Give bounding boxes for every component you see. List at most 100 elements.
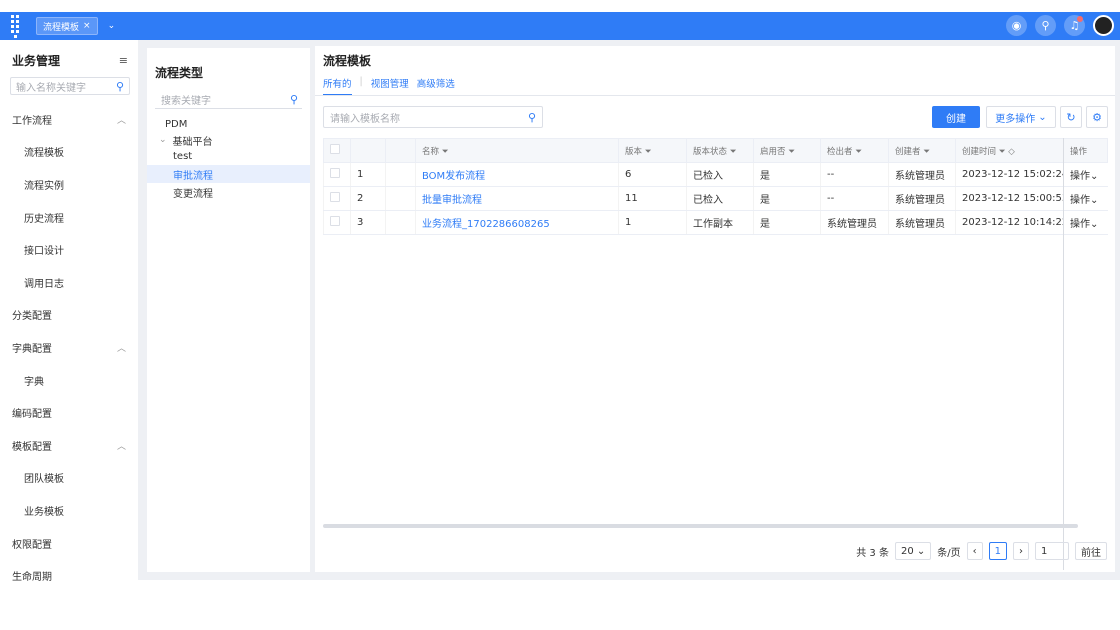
header-created-time[interactable]: 创建时间 ⏷ ◇	[955, 138, 1064, 163]
row-select[interactable]	[323, 186, 351, 211]
header-label: 名称	[422, 146, 440, 157]
row-name-link[interactable]: BOM发布流程	[415, 162, 619, 187]
menu-label: 工作流程	[12, 115, 52, 127]
horizontal-scrollbar[interactable]	[323, 524, 1078, 528]
row-select[interactable]	[323, 162, 351, 187]
row-blank	[385, 186, 416, 211]
header-label: 创建时间	[962, 146, 997, 157]
tree-node-approval[interactable]: 审批流程	[147, 165, 310, 183]
menu-permission-config[interactable]: 权限配置	[0, 527, 138, 560]
header-enabled[interactable]: 启用否 ⏷	[753, 138, 821, 163]
goto-page-input[interactable]: 1	[1035, 542, 1069, 560]
table-row[interactable]: 1 BOM发布流程 6 已检入 是 -- 系统管理员 2023-12-12 15…	[323, 162, 1108, 187]
menu-code-config[interactable]: 编码配置	[0, 396, 138, 429]
header-creator[interactable]: 创建者 ⏷	[888, 138, 956, 163]
more-actions-label: 更多操作	[995, 113, 1036, 125]
row-operation-button[interactable]: 操作⌄	[1063, 210, 1108, 235]
checkbox[interactable]	[330, 144, 340, 154]
table-row[interactable]: 3 业务流程_1702286608265 1 工作副本 是 系统管理员 系统管理…	[323, 210, 1108, 235]
goto-button[interactable]: 前往	[1075, 542, 1107, 560]
tree-node-change[interactable]: 变更流程	[147, 183, 310, 201]
menu-label: 编码配置	[12, 409, 52, 421]
row-creator: 系统管理员	[888, 186, 956, 211]
avatar[interactable]	[1093, 15, 1114, 36]
row-select[interactable]	[323, 210, 351, 235]
row-checkout: --	[820, 162, 889, 187]
close-icon[interactable]: ×	[83, 21, 91, 31]
row-created-time: 2023-12-12 15:00:53	[955, 186, 1064, 211]
menu-business-template[interactable]: 业务模板	[0, 494, 138, 527]
menu-dictionary[interactable]: 字典	[0, 364, 138, 397]
more-actions-button[interactable]: 更多操作 ⌄	[986, 106, 1056, 128]
page-size-value: 20	[900, 545, 914, 557]
tab-advanced-filter[interactable]: 高级筛选	[417, 76, 455, 96]
checkbox[interactable]	[330, 216, 340, 226]
top-bar: 流程模板 × ⌄ ◉ ⚲ ♫	[0, 12, 1120, 40]
header-version-status[interactable]: 版本状态 ⏷	[686, 138, 754, 163]
create-button[interactable]: 创建	[932, 106, 980, 128]
checkbox[interactable]	[330, 192, 340, 202]
tree-node-pdm[interactable]: PDM	[147, 115, 310, 133]
menu-label: 权限配置	[12, 539, 52, 551]
menu-workflow[interactable]: 工作流程 ︿	[0, 103, 138, 136]
location-icon[interactable]: ◉	[1006, 15, 1027, 36]
menu-label: 调用日志	[24, 278, 64, 290]
menu-lifecycle[interactable]: 生命周期	[0, 559, 138, 592]
header-version[interactable]: 版本 ⏷	[618, 138, 687, 163]
menu-history-process[interactable]: 历史流程	[0, 201, 138, 234]
row-name-link[interactable]: 批量审批流程	[415, 186, 619, 211]
template-search-input[interactable]: 请输入模板名称 ⚲	[323, 106, 543, 128]
header-name[interactable]: 名称 ⏷	[415, 138, 619, 163]
menu-call-log[interactable]: 调用日志	[0, 266, 138, 299]
menu-process-instance[interactable]: 流程实例	[0, 168, 138, 201]
settings-icon[interactable]: ⚙	[1086, 106, 1108, 128]
nav-title: 业务管理	[12, 54, 61, 68]
page-size-select[interactable]: 20 ⌄	[894, 542, 932, 560]
template-search-placeholder: 请输入模板名称	[330, 113, 400, 125]
tree-node-base-platform[interactable]: ⌄ 基础平台	[147, 133, 310, 148]
menu-process-template[interactable]: 流程模板	[0, 136, 138, 169]
nav-search-input[interactable]: 输入名称关键字 ⚲	[10, 77, 130, 95]
bell-icon[interactable]: ♫	[1064, 15, 1085, 36]
tab-view-management[interactable]: 视图管理	[371, 76, 409, 96]
header-select-all[interactable]	[323, 138, 351, 163]
tree-node-test[interactable]: test	[147, 147, 310, 165]
search-icon[interactable]: ⚲	[116, 80, 124, 93]
header-checkout[interactable]: 检出者 ⏷	[820, 138, 889, 163]
prev-page-button[interactable]: ‹	[966, 542, 983, 560]
table-row[interactable]: 2 批量审批流程 11 已检入 是 -- 系统管理员 2023-12-12 15…	[323, 186, 1108, 211]
chevron-down-icon[interactable]: ⌄	[159, 135, 167, 145]
menu-team-template[interactable]: 团队模板	[0, 462, 138, 495]
next-page-button[interactable]: ›	[1013, 542, 1029, 560]
app-grid-icon[interactable]	[6, 14, 24, 38]
chevron-down-icon: ⌄	[1038, 111, 1047, 123]
row-name-link[interactable]: 业务流程_1702286608265	[415, 210, 619, 235]
menu-interface-design[interactable]: 接口设计	[0, 233, 138, 266]
collapse-menu-icon[interactable]: ≡	[119, 54, 128, 67]
row-status: 已检入	[686, 162, 754, 187]
tree-search-input[interactable]: 搜索关键字 ⚲	[155, 91, 302, 109]
menu-category-config[interactable]: 分类配置	[0, 299, 138, 332]
search-icon[interactable]: ⚲	[290, 93, 298, 106]
row-operation-button[interactable]: 操作⌄	[1063, 186, 1108, 211]
tab-all[interactable]: 所有的	[323, 76, 352, 96]
open-tab[interactable]: 流程模板 ×	[36, 17, 98, 35]
checkbox[interactable]	[330, 168, 340, 178]
page-number-current[interactable]: 1	[988, 542, 1007, 560]
template-table: 名称 ⏷ 版本 ⏷ 版本状态 ⏷ 启用否 ⏷ 检出者 ⏷ 创建者 ⏷ 创建时间 …	[323, 138, 1108, 235]
header-label: 版本	[625, 146, 643, 157]
tree-node-label: PDM	[165, 118, 188, 130]
row-operation-button[interactable]: 操作⌄	[1063, 162, 1108, 187]
refresh-icon[interactable]: ↻	[1060, 106, 1082, 128]
menu-template-config[interactable]: 模板配置 ︿	[0, 429, 138, 462]
menu-label: 生命周期	[12, 572, 52, 584]
search-icon[interactable]: ⚲	[528, 111, 536, 124]
chevron-down-icon[interactable]: ⌄	[108, 21, 116, 31]
tree-title: 流程类型	[155, 66, 204, 80]
search-icon[interactable]: ⚲	[1035, 15, 1056, 36]
chevron-up-icon: ︿	[116, 115, 126, 126]
pagination: 共 3 条 20 ⌄ 条/页 ‹ 1 › 1 前往	[856, 542, 1107, 560]
menu-dictionary-config[interactable]: 字典配置 ︿	[0, 331, 138, 364]
chevron-up-icon: ︿	[116, 343, 126, 354]
menu-label: 模板配置	[12, 441, 52, 453]
